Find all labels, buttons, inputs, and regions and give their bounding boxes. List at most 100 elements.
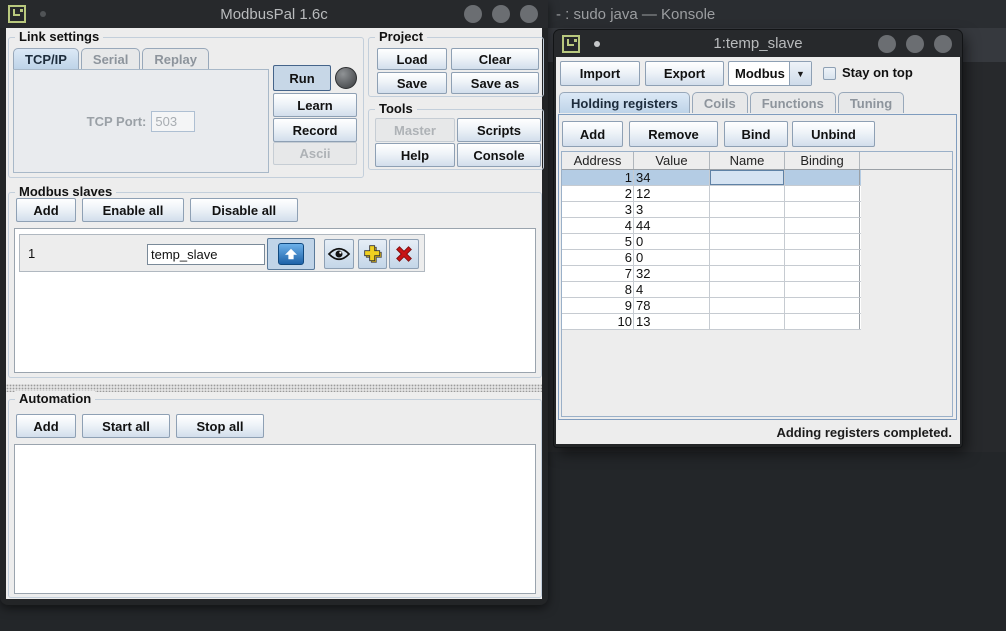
add-automation-button[interactable]: Add xyxy=(16,414,76,438)
minimize-button[interactable] xyxy=(878,35,896,53)
import-button[interactable]: Import xyxy=(560,61,640,86)
cell-address[interactable]: 4 xyxy=(562,218,634,233)
cell-binding[interactable] xyxy=(785,234,860,249)
delete-slave-button[interactable] xyxy=(389,239,419,269)
cell-name[interactable] xyxy=(710,266,785,281)
maximize-button[interactable] xyxy=(492,5,510,23)
cell-address[interactable]: 8 xyxy=(562,282,634,297)
cell-binding[interactable] xyxy=(785,282,860,297)
table-row[interactable]: 212 xyxy=(562,186,861,202)
cell-name[interactable] xyxy=(710,202,785,217)
cell-name[interactable] xyxy=(710,314,785,329)
tab-coils[interactable]: Coils xyxy=(692,92,748,113)
table-row[interactable]: 50 xyxy=(562,234,861,250)
cell-binding[interactable] xyxy=(785,218,860,233)
cell-value[interactable]: 34 xyxy=(634,170,710,185)
help-button[interactable]: Help xyxy=(375,143,455,167)
cell-value[interactable]: 3 xyxy=(634,202,710,217)
table-row[interactable]: 444 xyxy=(562,218,861,234)
enable-all-button[interactable]: Enable all xyxy=(82,198,184,222)
scripts-button[interactable]: Scripts xyxy=(457,118,541,142)
slave-titlebar[interactable]: 1:temp_slave xyxy=(554,30,962,57)
cell-name[interactable] xyxy=(710,170,785,185)
stop-all-button[interactable]: Stop all xyxy=(176,414,264,438)
enable-slave-button[interactable] xyxy=(324,239,354,269)
cell-value[interactable]: 32 xyxy=(634,266,710,281)
cell-address[interactable]: 5 xyxy=(562,234,634,249)
cell-binding[interactable] xyxy=(785,250,860,265)
minimize-button[interactable] xyxy=(464,5,482,23)
unbind-button[interactable]: Unbind xyxy=(792,121,875,147)
cell-address[interactable]: 6 xyxy=(562,250,634,265)
stay-on-top-checkbox[interactable] xyxy=(823,67,836,80)
cell-name[interactable] xyxy=(710,218,785,233)
cell-binding[interactable] xyxy=(785,266,860,281)
cell-name[interactable] xyxy=(710,298,785,313)
cell-binding[interactable] xyxy=(785,314,860,329)
table-row[interactable]: 1013 xyxy=(562,314,861,330)
table-row[interactable]: 33 xyxy=(562,202,861,218)
cell-value[interactable]: 4 xyxy=(634,282,710,297)
cell-address[interactable]: 1 xyxy=(562,170,634,185)
cell-name[interactable] xyxy=(710,186,785,201)
save-button[interactable]: Save xyxy=(377,72,447,94)
table-row[interactable]: 84 xyxy=(562,282,861,298)
cell-address[interactable]: 3 xyxy=(562,202,634,217)
cell-address[interactable]: 7 xyxy=(562,266,634,281)
cell-address[interactable]: 9 xyxy=(562,298,634,313)
close-button[interactable] xyxy=(934,35,952,53)
cell-binding[interactable] xyxy=(785,186,860,201)
protocol-combobox[interactable]: Modbus ▼ xyxy=(728,61,812,86)
export-button[interactable]: Export xyxy=(645,61,724,86)
chevron-down-icon[interactable]: ▼ xyxy=(789,62,811,85)
column-header-address[interactable]: Address xyxy=(562,152,634,169)
cell-address[interactable]: 10 xyxy=(562,314,634,329)
tcp-port-input[interactable]: 503 xyxy=(151,111,195,132)
add-register-button[interactable]: Add xyxy=(562,121,623,147)
learn-button[interactable]: Learn xyxy=(273,93,357,117)
column-header-binding[interactable]: Binding xyxy=(785,152,860,169)
tab-holding-registers[interactable]: Holding registers xyxy=(559,92,690,113)
tab-tcpip[interactable]: TCP/IP xyxy=(13,48,79,69)
bind-button[interactable]: Bind xyxy=(724,121,788,147)
cell-binding[interactable] xyxy=(785,202,860,217)
tab-serial[interactable]: Serial xyxy=(81,48,140,69)
tab-replay[interactable]: Replay xyxy=(142,48,209,69)
cell-name[interactable] xyxy=(710,250,785,265)
record-button[interactable]: Record xyxy=(273,118,357,142)
clear-button[interactable]: Clear xyxy=(451,48,539,70)
cell-value[interactable]: 13 xyxy=(634,314,710,329)
table-row[interactable]: 134 xyxy=(562,170,861,186)
cell-value[interactable]: 0 xyxy=(634,234,710,249)
cell-value[interactable]: 44 xyxy=(634,218,710,233)
table-row[interactable]: 732 xyxy=(562,266,861,282)
close-button[interactable] xyxy=(520,5,538,23)
slave-name-input[interactable]: temp_slave xyxy=(147,244,265,265)
start-all-button[interactable]: Start all xyxy=(82,414,170,438)
table-row[interactable]: 978 xyxy=(562,298,861,314)
tab-tuning[interactable]: Tuning xyxy=(838,92,904,113)
console-button[interactable]: Console xyxy=(457,143,541,167)
add-slave-button[interactable]: Add xyxy=(16,198,76,222)
cell-value[interactable]: 78 xyxy=(634,298,710,313)
cell-binding[interactable] xyxy=(785,170,860,185)
cell-name[interactable] xyxy=(710,234,785,249)
cell-address[interactable]: 2 xyxy=(562,186,634,201)
konsole-titlebar[interactable]: - : sudo java — Konsole xyxy=(548,0,1006,28)
cell-value[interactable]: 0 xyxy=(634,250,710,265)
column-header-name[interactable]: Name xyxy=(710,152,785,169)
modbuspal-titlebar[interactable]: ModbusPal 1.6c xyxy=(0,0,548,28)
table-row[interactable]: 60 xyxy=(562,250,861,266)
remove-register-button[interactable]: Remove xyxy=(629,121,718,147)
save-as-button[interactable]: Save as xyxy=(451,72,539,94)
disable-all-button[interactable]: Disable all xyxy=(190,198,298,222)
cell-name[interactable] xyxy=(710,282,785,297)
cell-value[interactable]: 12 xyxy=(634,186,710,201)
tab-functions[interactable]: Functions xyxy=(750,92,836,113)
load-button[interactable]: Load xyxy=(377,48,447,70)
maximize-button[interactable] xyxy=(906,35,924,53)
column-header-value[interactable]: Value xyxy=(634,152,710,169)
run-button[interactable]: Run xyxy=(273,65,331,91)
show-slave-button[interactable] xyxy=(267,238,315,270)
duplicate-slave-button[interactable] xyxy=(358,239,387,269)
